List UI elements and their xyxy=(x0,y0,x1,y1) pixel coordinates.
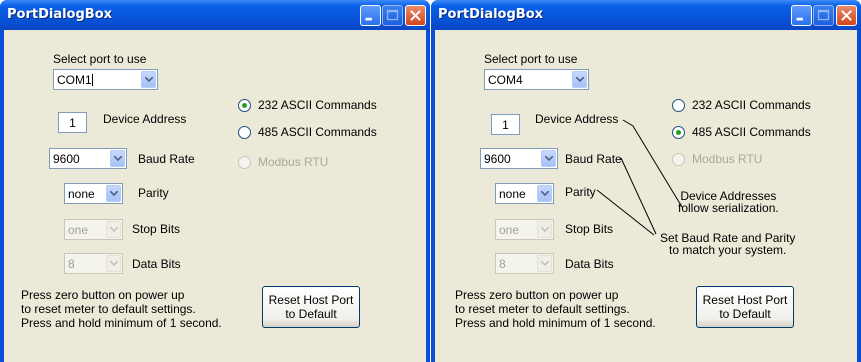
title-bar[interactable]: PortDialogBox xyxy=(431,0,861,30)
minimize-button[interactable] xyxy=(791,5,812,26)
maximize-button xyxy=(382,5,403,26)
reset-host-port-button[interactable]: Reset Host Port to Default xyxy=(696,286,794,328)
radio-485-ascii[interactable] xyxy=(238,126,251,139)
dialog-client-area: Select port to use COM1 1 Device Address… xyxy=(4,30,426,362)
radio-232-label: 232 ASCII Commands xyxy=(258,98,377,112)
reset-button-line-2: to Default xyxy=(285,307,337,321)
baud-parity-annotation: Set Baud Rate and Parity to match your s… xyxy=(660,232,795,256)
close-icon xyxy=(410,10,421,21)
close-button[interactable] xyxy=(405,5,426,26)
chevron-down-icon xyxy=(110,227,118,233)
instructions-line-2: to reset meter to default settings. xyxy=(21,302,196,316)
text-caret xyxy=(91,74,93,86)
data-bits-select: 8 xyxy=(64,253,123,274)
title-bar[interactable]: PortDialogBox xyxy=(0,0,430,30)
baud-rate-select[interactable]: 9600 xyxy=(49,148,127,169)
port-value: COM1 xyxy=(57,73,93,87)
device-address-input[interactable]: 1 xyxy=(58,112,87,133)
instructions-line-1: Press zero button on power up xyxy=(455,288,619,302)
data-bits-value: 8 xyxy=(68,257,75,271)
maximize-icon xyxy=(817,9,830,21)
parity-dropdown-arrow[interactable] xyxy=(106,185,121,202)
close-icon xyxy=(841,10,852,21)
chevron-down-icon xyxy=(114,156,122,162)
reset-button-line-1: Reset Host Port xyxy=(268,293,354,307)
address-annotation-line-2: follow serialization. xyxy=(678,201,779,215)
chevron-down-icon xyxy=(145,77,153,83)
instructions-line-1: Press zero button on power up xyxy=(21,288,185,302)
data-bits-dropdown-arrow xyxy=(106,255,121,272)
minimize-icon xyxy=(365,17,372,21)
maximize-button xyxy=(813,5,834,26)
baud-annotation-line-2: to match your system. xyxy=(669,243,787,257)
select-port-label: Select port to use xyxy=(53,52,147,66)
baud-rate-value: 9600 xyxy=(53,152,80,166)
parity-select[interactable]: none xyxy=(64,183,123,204)
instructions-line-2: to reset meter to default settings. xyxy=(455,302,630,316)
instructions-line-3: Press and hold minimum of 1 second. xyxy=(455,316,656,330)
instructions-line-3: Press and hold minimum of 1 second. xyxy=(21,316,222,330)
maximize-icon xyxy=(386,9,399,21)
chevron-down-icon xyxy=(110,261,118,267)
radio-232-ascii[interactable] xyxy=(238,99,251,112)
port-dialog-window-left: PortDialogBox Select port to use COM1 1 … xyxy=(0,0,430,362)
chevron-down-icon xyxy=(110,191,118,197)
parity-value: none xyxy=(68,187,95,201)
radio-modbus-label: Modbus RTU xyxy=(258,155,329,169)
port-dropdown-arrow[interactable] xyxy=(141,71,156,88)
minimize-icon xyxy=(796,17,803,21)
parity-label: Parity xyxy=(138,186,169,200)
port-select[interactable]: COM1 xyxy=(53,69,158,90)
dialog-client-area: Select port to use COM4 1 Device Address… xyxy=(435,30,857,362)
stop-bits-value: one xyxy=(68,223,89,237)
window-title: PortDialogBox xyxy=(438,7,544,22)
address-annotation: Device Addresses follow serialization. xyxy=(678,190,779,214)
window-title: PortDialogBox xyxy=(7,7,113,22)
radio-modbus-rtu xyxy=(238,156,251,169)
reset-host-port-button[interactable]: Reset Host Port to Default xyxy=(262,286,360,328)
baud-dropdown-arrow[interactable] xyxy=(110,150,125,167)
radio-485-label: 485 ASCII Commands xyxy=(258,125,377,139)
reset-button-line-2: to Default xyxy=(719,307,771,321)
minimize-button[interactable] xyxy=(360,5,381,26)
reset-button-line-1: Reset Host Port xyxy=(702,293,788,307)
stop-bits-label: Stop Bits xyxy=(132,222,181,236)
port-dialog-window-right: PortDialogBox Select port to use COM4 1 … xyxy=(431,0,861,362)
data-bits-label: Data Bits xyxy=(132,257,181,271)
stop-bits-select: one xyxy=(64,219,123,240)
close-button[interactable] xyxy=(836,5,857,26)
stop-bits-dropdown-arrow xyxy=(106,221,121,238)
baud-rate-label: Baud Rate xyxy=(138,152,195,166)
device-address-label: Device Address xyxy=(103,112,187,126)
